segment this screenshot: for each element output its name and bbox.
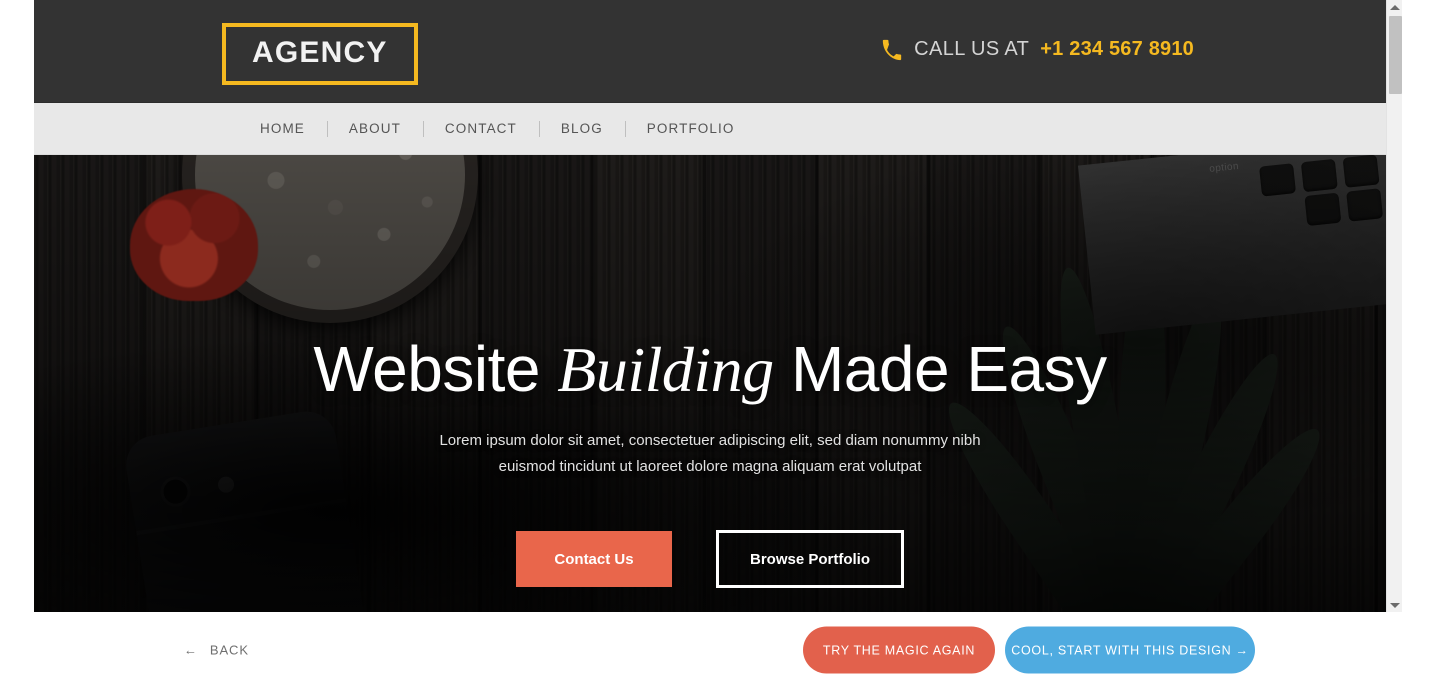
scrollbar-thumb[interactable]	[1389, 16, 1402, 94]
hero-subtitle-line1: Lorem ipsum dolor sit amet, consectetuer…	[439, 432, 981, 449]
try-again-button[interactable]: TRY THE MAGIC AGAIN	[803, 626, 995, 674]
nav-item-home[interactable]: HOME	[238, 120, 327, 138]
browse-portfolio-button[interactable]: Browse Portfolio	[716, 530, 904, 588]
hero-title-part2: Made Easy	[773, 333, 1107, 405]
scrollbar-down-arrow[interactable]	[1387, 598, 1403, 612]
chevron-up-icon	[1390, 4, 1400, 10]
nav-item-blog[interactable]: BLOG	[538, 120, 625, 138]
accept-design-button[interactable]: COOL, START WITH THIS DESIGN →	[1005, 626, 1255, 674]
hero-subtitle-line2: euismod tincidunt ut laoreet dolore magn…	[498, 458, 922, 475]
call-us-number[interactable]: +1 234 567 8910	[1040, 38, 1194, 61]
arrow-left-icon: ←	[184, 642, 198, 658]
back-button-label: BACK	[209, 642, 249, 658]
design-preview-screen: AGENCY CALL US AT +1 234 567 8910 HOME A…	[0, 0, 1430, 688]
hero-title-emphasis: Building	[557, 334, 774, 405]
site-logo-text: AGENCY	[252, 36, 388, 69]
nav-item-about[interactable]: ABOUT	[326, 120, 423, 138]
hero-section: option Website Building Made Easy Lorem …	[34, 155, 1386, 612]
website-preview-viewport: AGENCY CALL US AT +1 234 567 8910 HOME A…	[34, 0, 1386, 612]
call-us-label: CALL US AT	[914, 38, 1030, 60]
hero-action-buttons: Contact Us Browse Portfolio	[516, 530, 904, 588]
nav-list: HOME ABOUT CONTACT BLOG PORTFOLIO	[238, 120, 756, 138]
hero-subtitle: Lorem ipsum dolor sit amet, consectetuer…	[420, 428, 1000, 480]
site-nav: HOME ABOUT CONTACT BLOG PORTFOLIO	[34, 103, 1386, 155]
hero-title: Website Building Made Easy	[313, 333, 1107, 406]
phone-icon	[882, 39, 902, 60]
call-us-block: CALL US AT +1 234 567 8910	[881, 38, 1194, 61]
hero-title-part1: Website	[313, 333, 558, 405]
site-header: AGENCY CALL US AT +1 234 567 8910	[34, 0, 1386, 103]
toolbar-actions: TRY THE MAGIC AGAIN COOL, START WITH THI…	[803, 626, 1255, 674]
nav-item-contact[interactable]: CONTACT	[422, 120, 539, 138]
red-plant	[130, 189, 258, 301]
site-logo[interactable]: AGENCY	[222, 23, 418, 85]
back-button[interactable]: ← BACK	[184, 643, 249, 658]
contact-us-button[interactable]: Contact Us	[516, 531, 672, 587]
nav-item-portfolio[interactable]: PORTFOLIO	[624, 120, 757, 138]
scrollbar-up-arrow[interactable]	[1387, 0, 1403, 14]
chevron-down-icon	[1390, 602, 1400, 608]
bottom-toolbar: ← BACK TRY THE MAGIC AGAIN COOL, START W…	[0, 612, 1430, 688]
preview-scrollbar[interactable]	[1386, 0, 1402, 612]
